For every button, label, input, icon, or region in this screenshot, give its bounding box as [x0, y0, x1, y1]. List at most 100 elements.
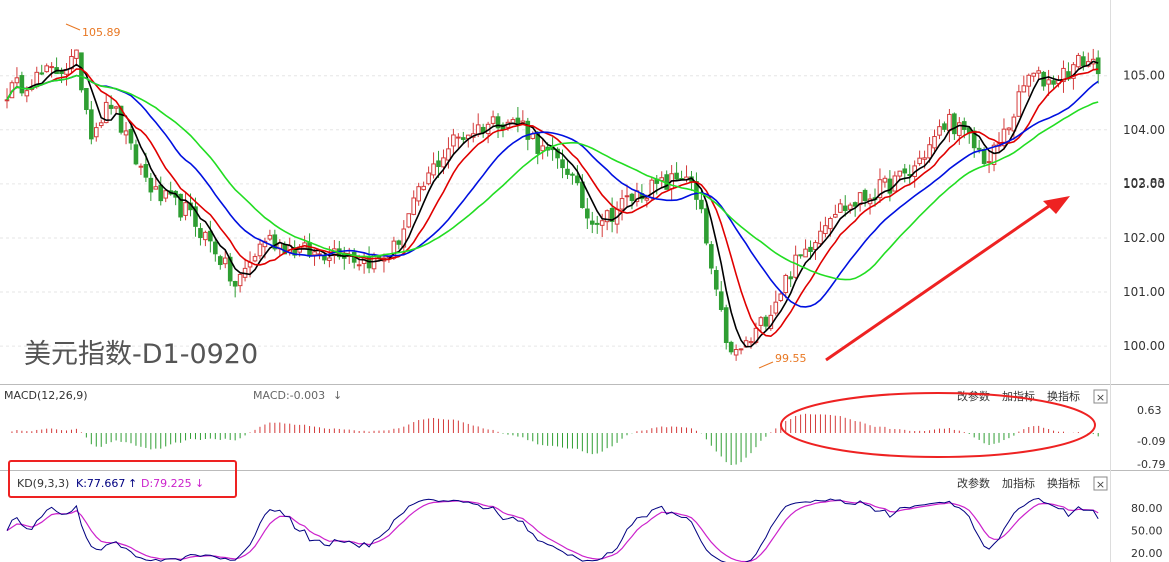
candle	[833, 213, 838, 218]
kd-tick-label: 80.00	[1131, 502, 1163, 515]
candle	[565, 168, 570, 175]
candle	[763, 316, 769, 327]
candle	[619, 198, 625, 210]
macd-value-arrow: ↓	[333, 389, 342, 402]
candle	[123, 130, 129, 136]
candle	[153, 186, 159, 190]
candle	[312, 251, 317, 256]
candle	[1016, 91, 1022, 117]
macd-highlight-ellipse	[780, 392, 1096, 458]
candle	[803, 248, 808, 258]
candle	[699, 199, 704, 210]
candle	[1026, 74, 1032, 87]
candle	[847, 204, 853, 210]
candle	[143, 164, 149, 178]
candle	[778, 293, 784, 301]
candle	[1051, 80, 1056, 85]
candle	[917, 157, 922, 165]
kd-switch-indicator-button[interactable]: 换指标	[1047, 476, 1080, 490]
candle	[183, 202, 188, 216]
candle	[728, 341, 734, 353]
macd-tick-label: -0.09	[1137, 435, 1165, 448]
candle	[713, 270, 719, 290]
candle	[842, 205, 848, 211]
candle	[267, 234, 273, 240]
candle	[540, 145, 545, 152]
kd-k-arrow: ↑	[128, 477, 137, 490]
candle	[823, 225, 828, 235]
candle	[14, 77, 20, 84]
candle	[937, 126, 942, 136]
candle	[446, 148, 451, 161]
macd-params-label: MACD(12,26,9)	[4, 389, 88, 402]
candle	[148, 177, 154, 193]
trend-arrow-shaft	[825, 202, 1053, 362]
candle	[74, 49, 79, 59]
candle	[327, 257, 332, 261]
candle	[981, 149, 987, 164]
macd-tick-label: -0.79	[1137, 458, 1165, 471]
candle	[897, 170, 903, 177]
candle	[84, 87, 89, 110]
candle	[718, 291, 724, 310]
candle	[818, 230, 823, 245]
candle	[976, 147, 982, 150]
candle	[1036, 70, 1041, 74]
candle	[748, 341, 754, 344]
candle	[217, 256, 223, 266]
kd-params-label: KD(9,3,3)	[17, 477, 69, 490]
candle	[902, 168, 908, 174]
low-label-pointer	[758, 361, 774, 369]
candle	[798, 254, 803, 257]
candle	[515, 117, 521, 125]
candle	[793, 254, 798, 278]
kd-d-line	[6, 499, 1099, 562]
candle	[163, 190, 169, 199]
candle	[575, 175, 580, 184]
candle	[922, 157, 927, 160]
candle	[788, 276, 793, 280]
candle	[942, 123, 947, 130]
candle	[986, 161, 992, 164]
candle	[644, 198, 650, 201]
candle	[1031, 72, 1037, 77]
candle	[1076, 54, 1081, 68]
candle	[624, 195, 630, 198]
candle	[138, 165, 144, 168]
candle	[436, 160, 441, 168]
candle	[44, 65, 49, 73]
candle	[862, 189, 868, 202]
candle	[19, 75, 25, 94]
kd-add-indicator-button[interactable]: 加指标	[1002, 476, 1035, 490]
chart: 100.00101.00102.00103.00104.00105.000.63…	[0, 0, 1169, 562]
macd-change-params-button[interactable]: 改参数	[957, 389, 990, 403]
candle	[133, 144, 139, 165]
candle	[213, 241, 218, 255]
candle	[535, 133, 541, 154]
price-tick-label: 102.00	[1123, 231, 1165, 245]
trend-arrow-head	[1043, 196, 1070, 214]
candle	[203, 231, 208, 241]
kd-k-value: K:77.667	[76, 477, 125, 490]
candle	[808, 246, 813, 252]
candle	[222, 257, 228, 265]
candle	[709, 244, 714, 269]
candle	[421, 185, 426, 191]
candle	[441, 157, 446, 168]
candle	[198, 228, 203, 239]
candle	[1081, 56, 1086, 67]
candle	[49, 66, 54, 69]
candle	[1006, 127, 1012, 131]
candle	[411, 197, 417, 215]
macd-switch-indicator-button[interactable]: 换指标	[1047, 389, 1080, 403]
candle	[1095, 57, 1101, 75]
price-tick-label: 101.00	[1123, 285, 1165, 299]
candle	[431, 163, 436, 176]
kd-change-params-button[interactable]: 改参数	[957, 476, 990, 490]
macd-value-label: MACD:-0.003	[253, 389, 325, 402]
candle	[947, 113, 952, 132]
candle	[451, 134, 456, 147]
candle	[1046, 79, 1051, 85]
high-label-pointer	[65, 23, 81, 31]
candle	[932, 136, 937, 149]
